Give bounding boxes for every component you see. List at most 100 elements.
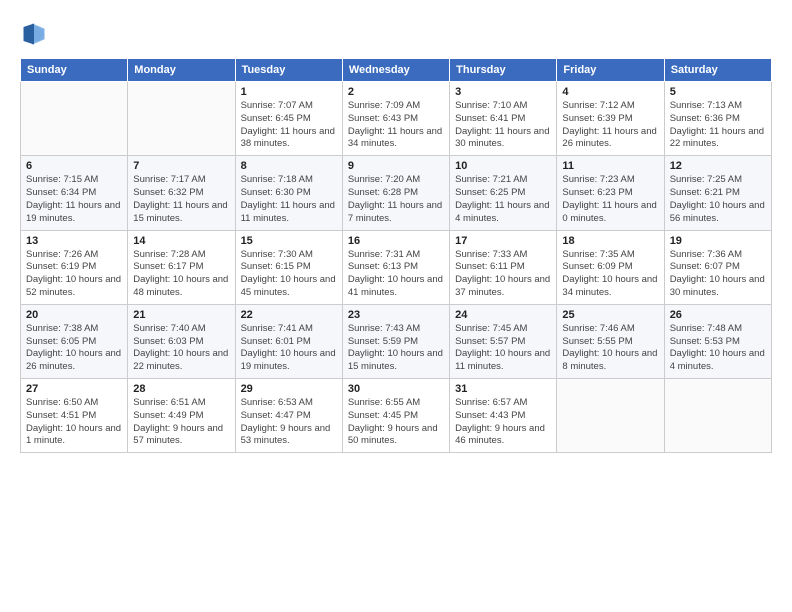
day-detail: Sunrise: 7:25 AMSunset: 6:21 PMDaylight:… [670,174,766,225]
day-detail: Sunrise: 7:35 AMSunset: 6:09 PMDaylight:… [562,249,658,300]
calendar-cell: 22 Sunrise: 7:41 AMSunset: 6:01 PMDayligh… [235,304,342,378]
calendar-header-friday: Friday [557,59,664,82]
calendar-cell: 20 Sunrise: 7:38 AMSunset: 6:05 PMDayligh… [21,304,128,378]
calendar-header-tuesday: Tuesday [235,59,342,82]
day-detail: Sunrise: 7:30 AMSunset: 6:15 PMDaylight:… [241,249,337,300]
day-detail: Sunrise: 6:57 AMSunset: 4:43 PMDaylight:… [455,397,551,448]
calendar-week-1: 1 Sunrise: 7:07 AMSunset: 6:45 PMDaylight… [21,82,772,156]
day-detail: Sunrise: 7:43 AMSunset: 5:59 PMDaylight:… [348,323,444,374]
calendar-cell: 28 Sunrise: 6:51 AMSunset: 4:49 PMDayligh… [128,379,235,453]
calendar-cell: 21 Sunrise: 7:40 AMSunset: 6:03 PMDayligh… [128,304,235,378]
day-detail: Sunrise: 7:17 AMSunset: 6:32 PMDaylight:… [133,174,229,225]
calendar-cell: 16 Sunrise: 7:31 AMSunset: 6:13 PMDayligh… [342,230,449,304]
calendar-cell: 31 Sunrise: 6:57 AMSunset: 4:43 PMDayligh… [450,379,557,453]
day-detail: Sunrise: 7:31 AMSunset: 6:13 PMDaylight:… [348,249,444,300]
calendar-header-monday: Monday [128,59,235,82]
day-detail: Sunrise: 7:26 AMSunset: 6:19 PMDaylight:… [26,249,122,300]
calendar-cell: 26Sunrise: 7:48 AMSunset: 5:53 PMDayligh… [664,304,771,378]
calendar-cell: 8Sunrise: 7:18 AMSunset: 6:30 PMDaylight… [235,156,342,230]
calendar-week-2: 6 Sunrise: 7:15 AMSunset: 6:34 PMDaylight… [21,156,772,230]
day-number: 6 [26,160,122,172]
day-number: 12 [670,160,766,172]
day-detail: Sunrise: 7:09 AMSunset: 6:43 PMDaylight:… [348,100,444,151]
day-detail: Sunrise: 7:48 AMSunset: 5:53 PMDaylight:… [670,323,766,374]
day-detail: Sunrise: 6:50 AMSunset: 4:51 PMDaylight:… [26,397,122,448]
day-number: 8 [241,160,337,172]
calendar-cell: 19 Sunrise: 7:36 AMSunset: 6:07 PMDayligh… [664,230,771,304]
day-number: 4 [562,86,658,98]
day-number: 10 [455,160,551,172]
day-number: 15 [241,235,337,247]
calendar-header-wednesday: Wednesday [342,59,449,82]
calendar-cell: 9 Sunrise: 7:20 AMSunset: 6:28 PMDaylight… [342,156,449,230]
day-number: 23 [348,309,444,321]
day-number: 16 [348,235,444,247]
calendar-week-4: 20 Sunrise: 7:38 AMSunset: 6:05 PMDayligh… [21,304,772,378]
day-detail: Sunrise: 7:45 AMSunset: 5:57 PMDaylight:… [455,323,551,374]
day-number: 1 [241,86,337,98]
day-detail: Sunrise: 7:46 AMSunset: 5:55 PMDaylight:… [562,323,658,374]
day-detail: Sunrise: 7:38 AMSunset: 6:05 PMDaylight:… [26,323,122,374]
logo [20,20,52,48]
calendar-cell: 2 Sunrise: 7:09 AMSunset: 6:43 PMDaylight… [342,82,449,156]
day-detail: Sunrise: 7:28 AMSunset: 6:17 PMDaylight:… [133,249,229,300]
day-detail: Sunrise: 7:33 AMSunset: 6:11 PMDaylight:… [455,249,551,300]
day-detail: Sunrise: 7:10 AMSunset: 6:41 PMDaylight:… [455,100,551,151]
calendar-cell: 27 Sunrise: 6:50 AMSunset: 4:51 PMDayligh… [21,379,128,453]
calendar-cell: 24 Sunrise: 7:45 AMSunset: 5:57 PMDayligh… [450,304,557,378]
day-number: 9 [348,160,444,172]
calendar-cell: 14 Sunrise: 7:28 AMSunset: 6:17 PMDayligh… [128,230,235,304]
day-number: 30 [348,383,444,395]
header [20,20,772,48]
calendar-cell: 5Sunrise: 7:13 AMSunset: 6:36 PMDaylight… [664,82,771,156]
calendar-cell [664,379,771,453]
day-detail: Sunrise: 7:20 AMSunset: 6:28 PMDaylight:… [348,174,444,225]
calendar-cell: 23 Sunrise: 7:43 AMSunset: 5:59 PMDayligh… [342,304,449,378]
day-detail: Sunrise: 7:07 AMSunset: 6:45 PMDaylight:… [241,100,337,151]
day-detail: Sunrise: 7:13 AMSunset: 6:36 PMDaylight:… [670,100,766,151]
calendar-cell: 12 Sunrise: 7:25 AMSunset: 6:21 PMDayligh… [664,156,771,230]
day-detail: Sunrise: 6:51 AMSunset: 4:49 PMDaylight:… [133,397,229,448]
day-number: 22 [241,309,337,321]
day-number: 19 [670,235,766,247]
calendar-cell: 25Sunrise: 7:46 AMSunset: 5:55 PMDayligh… [557,304,664,378]
calendar-cell [128,82,235,156]
day-number: 14 [133,235,229,247]
day-number: 2 [348,86,444,98]
day-number: 18 [562,235,658,247]
day-detail: Sunrise: 7:36 AMSunset: 6:07 PMDaylight:… [670,249,766,300]
day-number: 27 [26,383,122,395]
calendar-cell [557,379,664,453]
logo-icon [20,20,48,48]
calendar-cell: 17 Sunrise: 7:33 AMSunset: 6:11 PMDayligh… [450,230,557,304]
day-detail: Sunrise: 7:40 AMSunset: 6:03 PMDaylight:… [133,323,229,374]
calendar-cell: 1 Sunrise: 7:07 AMSunset: 6:45 PMDaylight… [235,82,342,156]
page: SundayMondayTuesdayWednesdayThursdayFrid… [0,0,792,463]
calendar-cell: 10 Sunrise: 7:21 AMSunset: 6:25 PMDayligh… [450,156,557,230]
day-detail: Sunrise: 7:15 AMSunset: 6:34 PMDaylight:… [26,174,122,225]
day-number: 11 [562,160,658,172]
day-number: 28 [133,383,229,395]
day-detail: Sunrise: 6:53 AMSunset: 4:47 PMDaylight:… [241,397,337,448]
day-detail: Sunrise: 7:21 AMSunset: 6:25 PMDaylight:… [455,174,551,225]
calendar-cell: 29Sunrise: 6:53 AMSunset: 4:47 PMDayligh… [235,379,342,453]
calendar-week-3: 13 Sunrise: 7:26 AMSunset: 6:19 PMDayligh… [21,230,772,304]
calendar-cell: 3 Sunrise: 7:10 AMSunset: 6:41 PMDaylight… [450,82,557,156]
calendar-week-5: 27 Sunrise: 6:50 AMSunset: 4:51 PMDayligh… [21,379,772,453]
day-number: 13 [26,235,122,247]
day-number: 21 [133,309,229,321]
calendar-cell: 30Sunrise: 6:55 AMSunset: 4:45 PMDayligh… [342,379,449,453]
day-number: 31 [455,383,551,395]
day-number: 24 [455,309,551,321]
calendar-cell: 15 Sunrise: 7:30 AMSunset: 6:15 PMDayligh… [235,230,342,304]
calendar-header-saturday: Saturday [664,59,771,82]
day-detail: Sunrise: 7:41 AMSunset: 6:01 PMDaylight:… [241,323,337,374]
day-number: 3 [455,86,551,98]
calendar-header-row: SundayMondayTuesdayWednesdayThursdayFrid… [21,59,772,82]
day-number: 20 [26,309,122,321]
day-number: 17 [455,235,551,247]
day-number: 7 [133,160,229,172]
calendar-header-sunday: Sunday [21,59,128,82]
day-detail: Sunrise: 7:12 AMSunset: 6:39 PMDaylight:… [562,100,658,151]
calendar-cell: 6 Sunrise: 7:15 AMSunset: 6:34 PMDaylight… [21,156,128,230]
